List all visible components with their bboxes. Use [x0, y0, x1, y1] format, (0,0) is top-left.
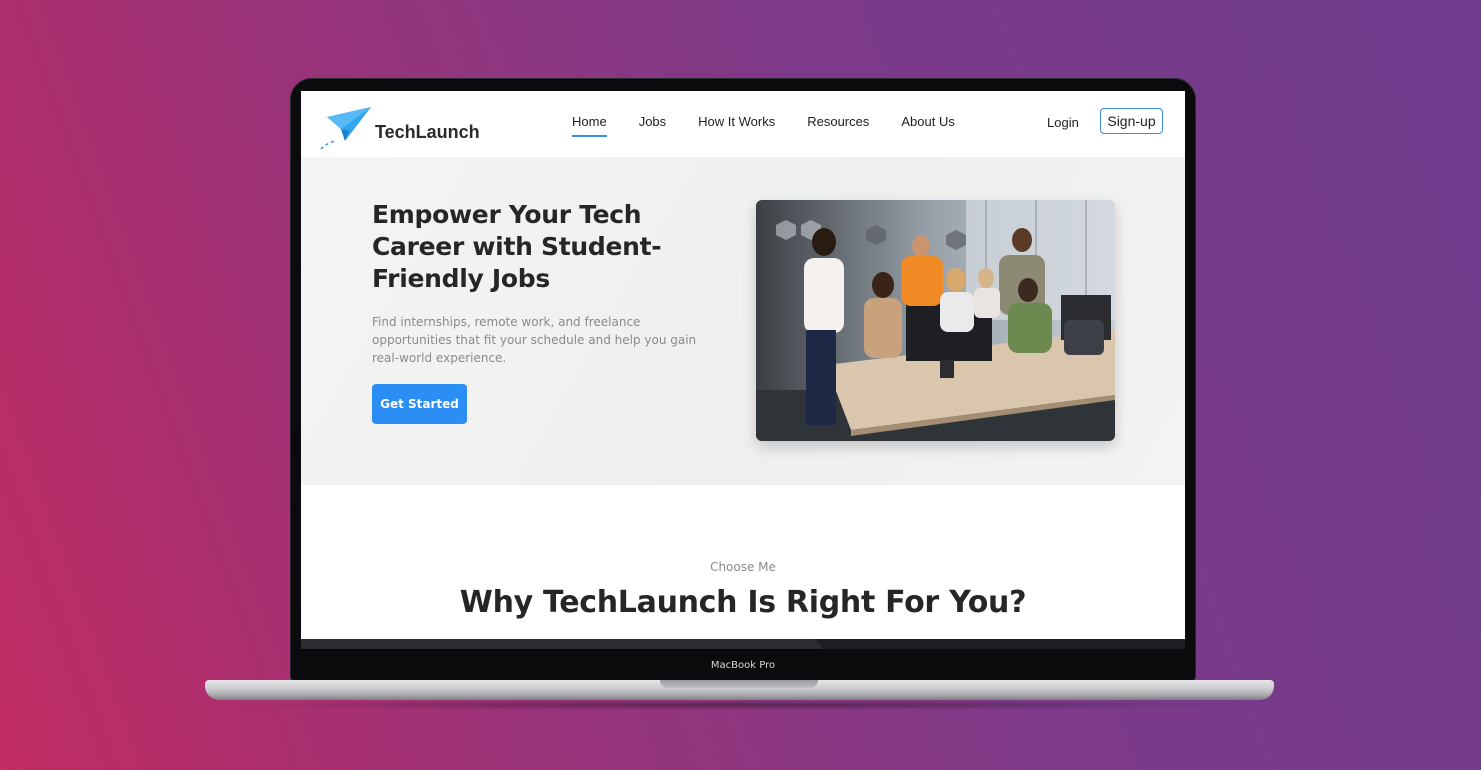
laptop-lid: TechLaunch Home Jobs How It Works Resour…: [290, 78, 1196, 682]
nav-how-it-works[interactable]: How It Works: [698, 114, 775, 135]
why-kicker: Choose Me: [710, 560, 776, 574]
hero-title: Empower Your Tech Career with Student-Fr…: [372, 200, 662, 293]
login-link[interactable]: Login: [1047, 115, 1079, 130]
browser-screen: TechLaunch Home Jobs How It Works Resour…: [301, 91, 1185, 639]
nav-jobs[interactable]: Jobs: [639, 114, 666, 135]
why-section: Choose Me Why TechLaunch Is Right For Yo…: [301, 485, 1185, 639]
paper-plane-icon: [319, 107, 371, 153]
nav-resources[interactable]: Resources: [807, 114, 869, 135]
hero-section: Empower Your Tech Career with Student-Fr…: [301, 157, 1185, 485]
signup-button[interactable]: Sign-up: [1100, 108, 1163, 134]
screen-bottom-bezel: [301, 639, 1185, 649]
brand-logo[interactable]: TechLaunch: [319, 107, 480, 153]
hero-description: Find internships, remote work, and freel…: [372, 315, 697, 365]
main-nav: Home Jobs How It Works Resources About U…: [572, 114, 987, 137]
laptop-shadow: [215, 700, 1264, 710]
nav-home[interactable]: Home: [572, 114, 607, 137]
hero-team-photo: [756, 200, 1115, 441]
site-header: TechLaunch Home Jobs How It Works Resour…: [301, 91, 1185, 157]
laptop-base: [205, 680, 1274, 700]
get-started-button[interactable]: Get Started: [372, 384, 467, 424]
nav-about-us[interactable]: About Us: [901, 114, 954, 135]
laptop-notch: [660, 680, 818, 688]
brand-name: TechLaunch: [375, 121, 480, 142]
device-model-label: MacBook Pro: [710, 660, 776, 671]
why-title: Why TechLaunch Is Right For You?: [459, 585, 1027, 620]
